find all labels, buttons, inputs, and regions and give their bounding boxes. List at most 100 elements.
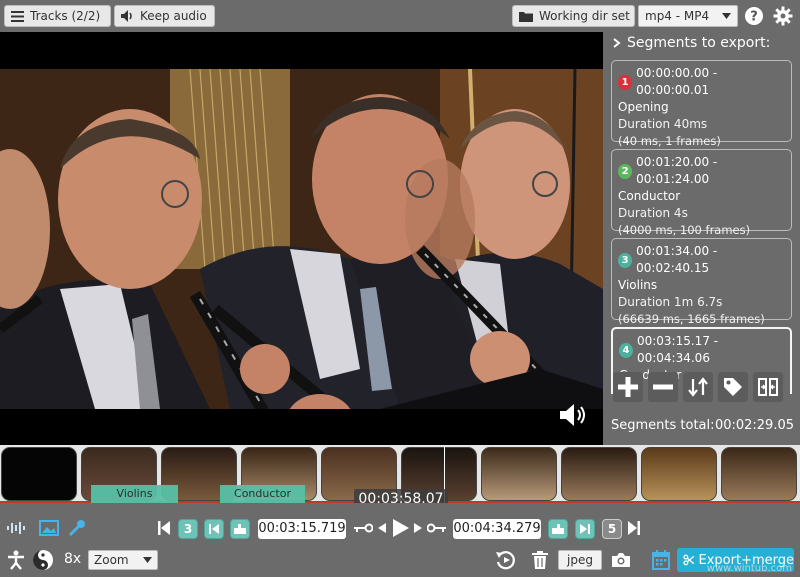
top-toolbar: Tracks (2/2) Keep audio Working dir set …	[0, 0, 800, 32]
yin-yang-icon[interactable]	[32, 549, 54, 571]
play-icon[interactable]	[390, 517, 412, 539]
hand-icon	[552, 524, 564, 534]
jump-cut-start-button[interactable]	[204, 519, 224, 539]
segments-panel-title[interactable]: Segments to export:	[613, 35, 770, 51]
timeline-thumbnail	[641, 447, 717, 501]
zoom-level: 8x	[64, 551, 82, 567]
minus-icon	[653, 384, 673, 390]
keep-audio-label: Keep audio	[140, 9, 207, 23]
folder-icon	[519, 11, 533, 22]
list-icon	[11, 10, 24, 22]
segment-end-index[interactable]: 5	[602, 519, 622, 539]
svg-text:?: ?	[750, 10, 758, 25]
cut-end-time-input[interactable]: 00:04:34.279	[453, 519, 541, 539]
segment-number-badge: 1	[618, 74, 633, 90]
timeline[interactable]: Violins Conductor 00:03:58.07	[0, 445, 800, 503]
video-frame	[0, 69, 603, 409]
segment-name: Conductor	[618, 189, 681, 203]
segment-duration: Duration 4s	[618, 206, 688, 220]
trash-icon[interactable]	[530, 549, 550, 571]
segment-name: Opening	[618, 100, 669, 114]
step-back-icon[interactable]	[376, 519, 388, 537]
chevron-right-icon	[613, 38, 621, 48]
segment-item-3[interactable]: 3 00:01:34.00 - 00:02:40.15 Violins Durat…	[611, 238, 792, 326]
video-still-image	[0, 69, 603, 409]
chevron-down-icon	[143, 557, 152, 563]
timeline-segment-violins[interactable]: Violins	[91, 485, 178, 503]
cut-start-time-input[interactable]: 00:03:15.719	[258, 519, 346, 539]
split-icon	[758, 378, 778, 396]
volume-icon[interactable]	[560, 403, 590, 431]
jump-cut-end-button[interactable]	[575, 519, 595, 539]
calendar-icon[interactable]	[650, 549, 672, 571]
segment-range: 00:01:20.00 - 00:01:24.00	[636, 155, 718, 186]
step-forward-icon[interactable]	[412, 519, 424, 537]
segment-range: 00:03:15.17 - 00:04:34.06	[636, 334, 719, 365]
segments-panel: Segments to export: 1 00:00:00.00 - 00:00…	[603, 32, 800, 445]
segment-range: 00:01:34.00 - 00:02:40.15	[636, 244, 718, 275]
key-end-icon[interactable]	[426, 519, 448, 537]
image-icon[interactable]	[38, 519, 60, 537]
tracks-button-label: Tracks (2/2)	[30, 9, 101, 23]
video-player[interactable]	[0, 32, 603, 445]
sort-icon	[688, 377, 708, 397]
format-select[interactable]: mp4 - MP4	[638, 5, 738, 27]
timeline-segment-conductor[interactable]: Conductor	[220, 485, 305, 503]
segment-name: Violins	[618, 278, 658, 292]
segment-tools	[613, 372, 783, 402]
camera-icon[interactable]	[610, 550, 632, 570]
app-window: Tracks (2/2) Keep audio Working dir set …	[0, 0, 800, 577]
rotate-icon[interactable]	[494, 549, 516, 571]
segment-number-badge: 3	[618, 252, 633, 268]
jump-start-icon[interactable]	[157, 519, 171, 537]
segment-duration: Duration 40ms	[618, 117, 708, 131]
remove-segment-button[interactable]	[648, 372, 678, 402]
scissors-icon	[683, 554, 695, 566]
key-start-icon[interactable]	[352, 519, 374, 537]
sort-segments-button[interactable]	[683, 372, 713, 402]
capture-format-select[interactable]: jpeg	[558, 550, 602, 570]
waveform-icon[interactable]	[6, 519, 28, 537]
timeline-thumbnail	[721, 447, 797, 501]
add-segment-button[interactable]	[613, 372, 643, 402]
tracks-button[interactable]: Tracks (2/2)	[4, 5, 111, 27]
segment-detail: (40 ms, 1 frames)	[618, 134, 721, 148]
jump-end-icon[interactable]	[627, 519, 641, 537]
segment-duration: Duration 1m 6.7s	[618, 295, 723, 309]
zoom-select-value: Zoom	[94, 553, 129, 567]
key-icon[interactable]	[66, 519, 88, 537]
segments-total: Segments total: 00:02:29.05	[611, 418, 794, 433]
split-segment-button[interactable]	[753, 372, 783, 402]
playback-controls: 3 00:03:15.719 00:04:34.279 5 8x Zoom jp…	[0, 503, 800, 577]
help-icon[interactable]: ?	[744, 6, 764, 26]
chevron-down-icon	[722, 13, 731, 19]
segment-item-1[interactable]: 1 00:00:00.00 - 00:00:00.01 Opening Durat…	[611, 60, 792, 148]
timeline-thumbnail	[1, 447, 77, 501]
timeline-thumbnail	[481, 447, 557, 501]
skip-back-icon	[209, 524, 219, 534]
plus-icon	[618, 377, 638, 397]
zoom-select[interactable]: Zoom	[88, 550, 158, 570]
gear-icon[interactable]	[773, 6, 793, 26]
segment-number-badge: 4	[619, 342, 633, 358]
label-segment-button[interactable]	[718, 372, 748, 402]
segment-list: 1 00:00:00.00 - 00:00:00.01 Opening Durat…	[611, 60, 793, 394]
set-cut-end-button[interactable]	[548, 519, 568, 539]
segment-number-badge: 2	[618, 163, 633, 179]
keep-audio-button[interactable]: Keep audio	[114, 5, 215, 27]
set-cut-start-button[interactable]	[230, 519, 250, 539]
segments-title-text: Segments to export:	[627, 35, 771, 51]
watermark-text: www.wintub.com	[706, 563, 792, 574]
accessibility-icon[interactable]	[6, 550, 26, 570]
segments-total-label: Segments total:	[611, 418, 715, 433]
segment-detail: (4000 ms, 100 frames)	[618, 223, 751, 237]
segments-total-value: 00:02:29.05	[714, 418, 794, 433]
hand-icon	[234, 524, 246, 534]
segment-detail: (66639 ms, 1665 frames)	[618, 312, 765, 326]
skip-forward-icon	[580, 524, 590, 534]
working-dir-button[interactable]: Working dir set	[512, 5, 635, 27]
timeline-thumbnail	[561, 447, 637, 501]
segment-start-index[interactable]: 3	[178, 519, 198, 539]
tag-icon	[724, 378, 742, 396]
segment-item-2[interactable]: 2 00:01:20.00 - 00:01:24.00 Conductor Dur…	[611, 149, 792, 237]
